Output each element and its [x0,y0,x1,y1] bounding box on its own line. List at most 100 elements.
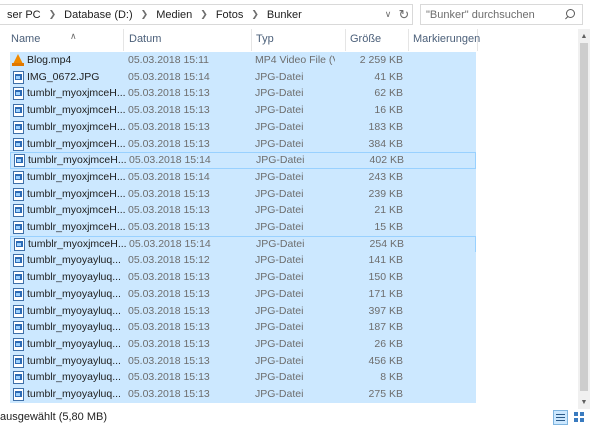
jpg-file-icon [13,354,24,368]
search-input[interactable] [421,8,561,21]
scroll-down-icon[interactable]: ▼ [578,395,590,409]
file-type: JPG-Datei [255,337,304,350]
file-date: 05.03.2018 15:13 [128,120,210,133]
file-name: tumblr_myoyayluq... [27,287,121,300]
column-header-name[interactable]: ∧ Name [8,29,124,51]
file-row[interactable]: tumblr_myoxjmceH... 05.03.2018 15:13 JPG-D… [10,185,476,203]
jpg-file-icon [13,337,24,351]
file-size: 239 KB [368,187,403,200]
breadcrumb-bunker[interactable]: Bunker [264,9,305,21]
file-type: JPG-Datei [255,304,304,317]
file-size: 150 KB [368,271,403,284]
file-type: JPG-Datei [255,371,304,384]
file-date: 05.03.2018 15:13 [128,371,210,384]
jpg-file-icon [13,321,24,335]
breadcrumb-fotos[interactable]: Fotos [213,9,247,21]
jpg-file-icon [13,170,24,184]
refresh-icon[interactable]: ↻ [396,5,412,24]
file-name: tumblr_myoxjmceH... [27,221,126,233]
chevron-right-icon[interactable]: ❯ [246,9,264,20]
column-header-tags[interactable]: Markierungen [410,29,480,51]
file-row[interactable]: tumblr_myoxjmceH... 05.03.2018 15:13 JPG-D… [10,118,476,136]
jpg-file-icon [13,87,24,101]
file-row[interactable]: tumblr_myoxjmceH... 05.03.2018 15:13 JPG-D… [10,219,476,236]
jpg-file-icon [13,388,24,401]
file-row[interactable]: tumblr_myoxjmceH... 05.03.2018 15:13 JPG-D… [10,85,476,103]
scroll-up-icon[interactable]: ▲ [578,29,590,43]
file-size: 21 KB [374,204,403,217]
file-type: JPG-Datei [255,204,304,217]
column-header-date[interactable]: Datum [126,29,252,51]
file-row[interactable]: tumblr_myoyayluq... 05.03.2018 15:13 JPG-D… [10,285,476,303]
column-header-size[interactable]: Größe [347,29,409,51]
file-row[interactable]: tumblr_myoxjmceH... 05.03.2018 15:13 JPG-D… [10,202,476,220]
file-size: 397 KB [368,304,403,317]
file-row[interactable]: IMG_0672.JPG 05.03.2018 15:14 JPG-Datei 41 … [10,68,476,86]
breadcrumb-this-pc[interactable]: ser PC [4,9,44,21]
file-date: 05.03.2018 15:13 [128,187,210,200]
file-row[interactable]: tumblr_myoyayluq... 05.03.2018 15:13 JPG-D… [10,335,476,353]
file-row[interactable]: tumblr_myoyayluq... 05.03.2018 15:13 JPG-D… [10,386,476,403]
breadcrumb-medien[interactable]: Medien [153,9,195,21]
address-bar[interactable]: ser PC ❯ Database (D:) ❯ Medien ❯ Fotos … [0,4,413,25]
file-row[interactable]: tumblr_myoyayluq... 05.03.2018 15:13 JPG-D… [10,319,476,337]
file-date: 05.03.2018 15:13 [128,137,210,150]
file-name: tumblr_myoyayluq... [27,371,121,384]
file-row[interactable]: tumblr_myoyayluq... 05.03.2018 15:13 JPG-D… [10,352,476,370]
file-type: JPG-Datei [255,271,304,284]
file-row[interactable]: tumblr_myoxjmceH... 05.03.2018 15:14 JPG-D… [10,235,476,253]
file-name: tumblr_myoxjmceH... [27,187,126,200]
file-name: tumblr_myoxjmceH... [27,170,126,183]
file-date: 05.03.2018 15:13 [128,321,210,334]
file-name: tumblr_myoyayluq... [27,304,121,317]
jpg-file-icon [13,304,24,318]
jpg-file-icon [13,137,24,151]
file-size: 275 KB [368,388,403,400]
file-row[interactable]: tumblr_myoxjmceH... 05.03.2018 15:14 JPG-D… [10,168,476,186]
file-row[interactable]: Blog.mp4 05.03.2018 15:11 MP4 Video File (… [10,52,476,69]
file-row[interactable]: tumblr_myoyayluq... 05.03.2018 15:13 JPG-D… [10,302,476,320]
file-row[interactable]: tumblr_myoxjmceH... 05.03.2018 15:13 JPG-D… [10,135,476,153]
file-row[interactable]: tumblr_myoyayluq... 05.03.2018 15:13 JPG-D… [10,369,476,387]
file-date: 05.03.2018 15:13 [128,287,210,300]
file-name: tumblr_myoxjmceH... [28,237,127,250]
file-size: 183 KB [368,120,403,133]
file-name: tumblr_myoyayluq... [27,388,121,400]
file-date: 05.03.2018 15:11 [128,54,209,66]
file-date: 05.03.2018 15:13 [128,304,210,317]
vertical-scrollbar[interactable]: ▲ ▼ [578,29,590,409]
chevron-right-icon[interactable]: ❯ [44,9,62,20]
scrollbar-thumb[interactable] [580,43,588,391]
file-row[interactable]: tumblr_myoyayluq... 05.03.2018 15:13 JPG-D… [10,269,476,287]
file-type: JPG-Datei [255,104,304,117]
file-type: JPG-Datei [255,137,304,150]
file-list[interactable]: Blog.mp4 05.03.2018 15:11 MP4 Video File (… [0,52,578,409]
file-row[interactable]: tumblr_myoxjmceH... 05.03.2018 15:13 JPG-D… [10,102,476,120]
jpg-file-icon [13,287,24,301]
file-size: 141 KB [368,254,403,267]
breadcrumb-database-drive[interactable]: Database (D:) [61,9,135,21]
file-row[interactable]: tumblr_myoxjmceH... 05.03.2018 15:14 JPG-D… [10,152,476,170]
file-date: 05.03.2018 15:13 [128,204,210,217]
chevron-down-icon[interactable]: ∨ [380,5,396,24]
details-view-icon[interactable] [553,410,568,425]
chevron-right-icon[interactable]: ❯ [136,9,154,20]
file-row[interactable]: tumblr_myoyayluq... 05.03.2018 15:12 JPG-D… [10,252,476,270]
chevron-right-icon[interactable]: ❯ [195,9,213,20]
file-size: 187 KB [368,321,403,334]
file-date: 05.03.2018 15:13 [128,337,210,350]
jpg-file-icon [13,254,24,268]
search-icon[interactable] [561,7,577,23]
file-type: MP4 Video File (V [255,54,335,66]
large-icons-view-icon[interactable] [572,410,587,425]
jpg-file-icon [13,271,24,285]
file-type: JPG-Datei [255,70,304,83]
file-type: JPG-Datei [255,287,304,300]
file-size: 456 KB [368,354,403,367]
file-type: JPG-Datei [255,388,304,400]
column-header-type[interactable]: Typ [253,29,346,51]
file-name: tumblr_myoxjmceH... [27,87,126,100]
file-date: 05.03.2018 15:13 [128,104,210,117]
search-box[interactable] [420,4,583,25]
navigation-bar: ser PC ❯ Database (D:) ❯ Medien ❯ Fotos … [0,0,590,29]
